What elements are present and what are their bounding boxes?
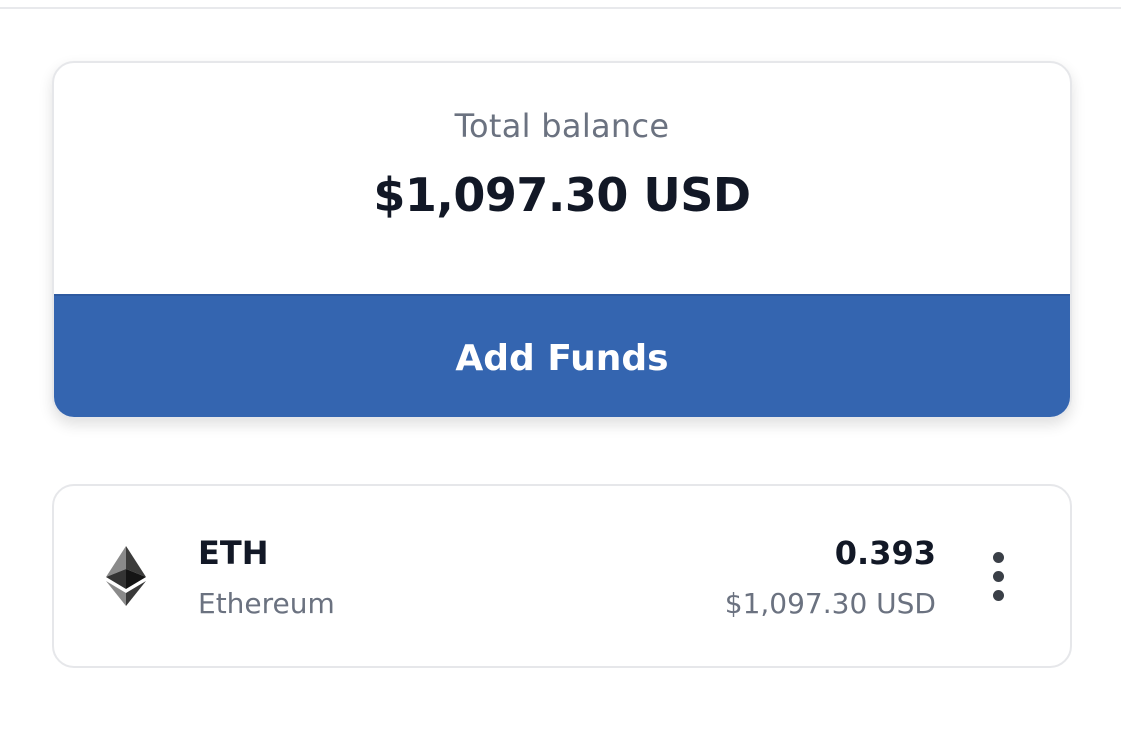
asset-usd-value: $1,097.30 USD — [724, 587, 936, 620]
asset-symbol: ETH — [198, 534, 269, 572]
add-funds-button[interactable]: Add Funds — [54, 294, 1070, 417]
asset-name: Ethereum — [198, 587, 335, 620]
balance-card: Total balance $1,097.30 USD Add Funds — [52, 61, 1072, 419]
more-dot — [993, 552, 1004, 563]
more-options-icon[interactable] — [984, 552, 1014, 602]
asset-amount: 0.393 — [834, 534, 936, 572]
total-balance-amount: $1,097.30 USD — [373, 168, 751, 222]
more-dot — [993, 590, 1004, 601]
ethereum-icon — [106, 546, 146, 606]
more-dot — [993, 571, 1004, 582]
asset-row-eth[interactable]: ETH Ethereum 0.393 $1,097.30 USD — [52, 484, 1072, 668]
total-balance-label: Total balance — [454, 107, 670, 145]
top-divider — [0, 7, 1121, 9]
